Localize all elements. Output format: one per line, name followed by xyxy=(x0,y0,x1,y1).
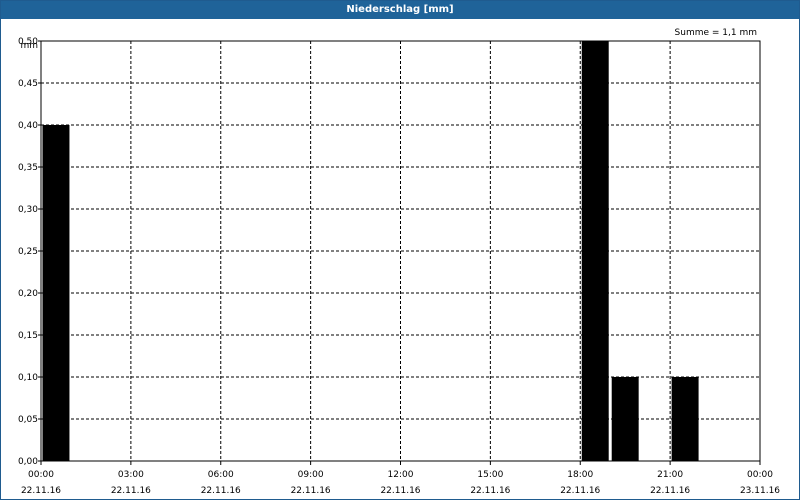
precipitation-bar xyxy=(581,41,609,461)
grid-lines xyxy=(41,41,760,461)
sum-label: Summe = 1,1 mm xyxy=(675,28,757,38)
x-tick-date-label: 22.11.16 xyxy=(111,486,151,496)
y-tick-label: 0,15 xyxy=(18,331,38,341)
x-tick-time-label: 12:00 xyxy=(388,470,414,480)
x-tick-date-label: 22.11.16 xyxy=(291,486,331,496)
y-tick-label: 0,45 xyxy=(18,79,38,89)
y-tick-label: 0,20 xyxy=(18,289,38,299)
y-tick-label: 0,05 xyxy=(18,415,38,425)
y-tick-label: 0,40 xyxy=(18,121,38,131)
y-tick-label: 0,00 xyxy=(18,457,38,467)
x-tick-date-label: 22.11.16 xyxy=(380,486,420,496)
bar-series xyxy=(42,41,699,461)
y-axis-ticks: 0,00 0,05 0,10 0,15 0,20 0,25 0,30 0,35 0,40 0,45… xyxy=(18,37,41,467)
window-title: Niederschlag [mm] xyxy=(1,1,799,19)
x-tick-date-label: 22.11.16 xyxy=(560,486,600,496)
y-tick-label: 0,30 xyxy=(18,205,38,215)
precipitation-bar xyxy=(611,377,639,461)
precipitation-bar xyxy=(42,125,70,461)
precipitation-bar xyxy=(671,377,699,461)
x-tick-date-label: 22.11.16 xyxy=(201,486,241,496)
x-tick-time-label: 21:00 xyxy=(657,470,683,480)
x-tick-date-label: 22.11.16 xyxy=(21,486,61,496)
x-tick-date-label: 22.11.16 xyxy=(470,486,510,496)
y-tick-label: 0,10 xyxy=(18,373,38,383)
x-tick-time-label: 06:00 xyxy=(208,470,234,480)
x-tick-time-label: 03:00 xyxy=(118,470,144,480)
y-tick-label: 0,35 xyxy=(18,163,38,173)
x-tick-date-label: 22.11.16 xyxy=(650,486,690,496)
x-tick-time-label: 09:00 xyxy=(298,470,324,480)
y-tick-label: 0,50 xyxy=(18,37,38,47)
x-tick-time-label: 18:00 xyxy=(567,470,593,480)
precipitation-chart: Summe = 1,1 mm mm 0,000,050,100,150,200,… xyxy=(18,28,780,496)
y-tick-label: 0,25 xyxy=(18,247,38,257)
x-axis-ticks: 00:00 22.11.16 03:00 22.11.16 06:00 22.11.16 0… xyxy=(21,461,780,496)
x-tick-time-label: 00:00 xyxy=(747,470,773,480)
x-tick-time-label: 15:00 xyxy=(477,470,503,480)
x-tick-date-label: 23.11.16 xyxy=(740,486,780,496)
chart-window: Niederschlag [mm] Summe = 1,1 mm mm 0,00… xyxy=(0,0,800,500)
x-tick-time-label: 00:00 xyxy=(28,470,54,480)
